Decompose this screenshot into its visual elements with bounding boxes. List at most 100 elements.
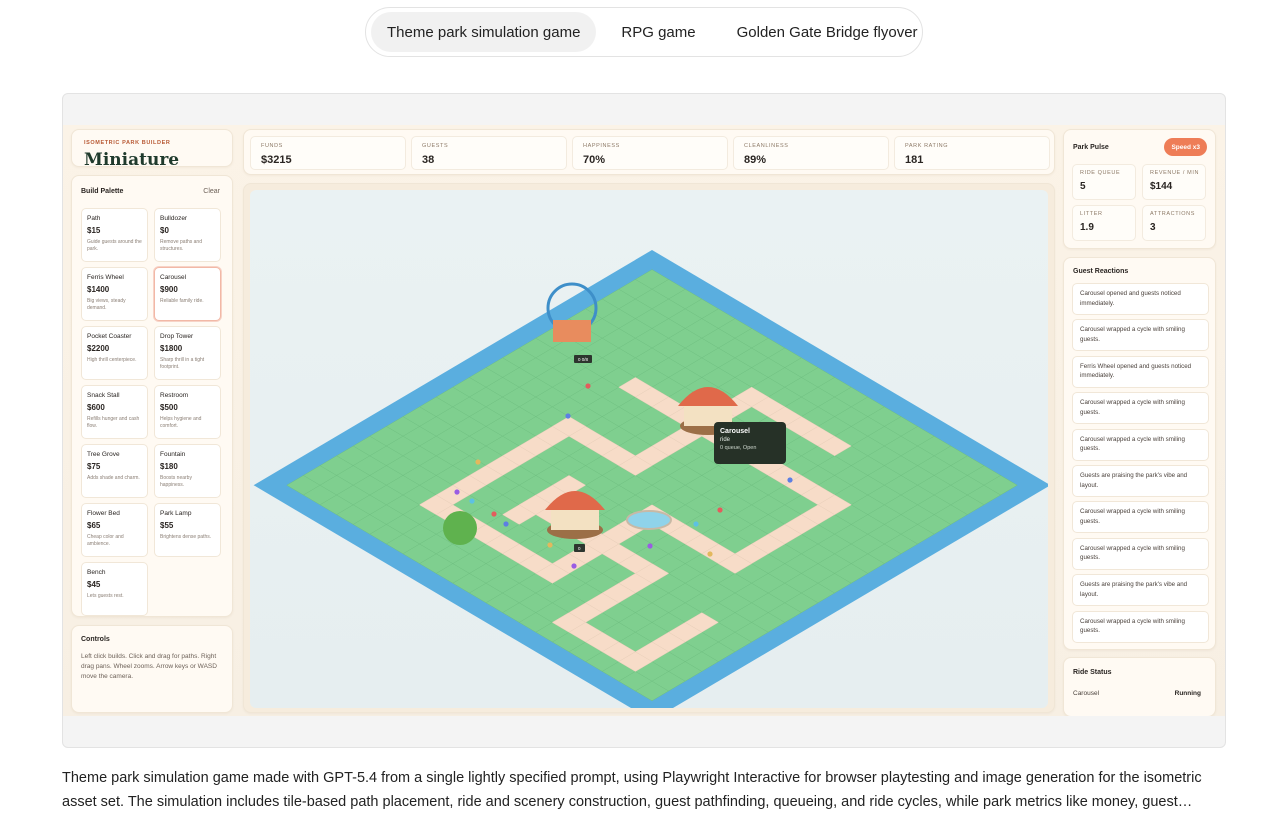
palette-item-price: $900	[160, 285, 178, 294]
palette-item-pocket-coaster[interactable]: Pocket Coaster $2200 High thrill centerpie…	[81, 326, 148, 380]
guest-marker	[585, 383, 591, 389]
brand-panel: ISOMETRIC PARK BUILDER Miniature	[71, 129, 233, 170]
palette-item-desc: Boosts nearby happiness.	[160, 475, 192, 488]
palette-item-price: $65	[87, 521, 101, 530]
palette-item-price: $2200	[87, 344, 110, 353]
build-palette: Build Palette Clear Path $15 Guide guests …	[71, 175, 233, 617]
brand-name: Miniature	[84, 150, 180, 170]
palette-item-snack-stall[interactable]: Snack Stall $600 Refills hunger and cash f…	[81, 385, 148, 439]
palette-item-price: $1800	[160, 344, 183, 353]
tab-golden-gate[interactable]: Golden Gate Bridge flyover	[721, 12, 934, 52]
demo-frame: ISOMETRIC PARK BUILDER Miniature Build P…	[62, 93, 1226, 748]
palette-item-desc: Guide guests around the park.	[87, 239, 142, 252]
stat-park-rating: PARK RATING 181	[894, 136, 1050, 170]
guest-marker	[469, 498, 475, 504]
palette-item-desc: Refills hunger and cash flow.	[87, 416, 140, 429]
palette-item-name: Restroom	[160, 392, 189, 399]
palette-item-name: Park Lamp	[160, 510, 192, 517]
stat-cleanliness: CLEANLINESS 89%	[733, 136, 889, 170]
palette-item-desc: Adds shade and charm.	[87, 475, 140, 481]
game-screenshot: ISOMETRIC PARK BUILDER Miniature Build P…	[63, 125, 1225, 716]
palette-item-name: Bench	[87, 569, 106, 576]
palette-item-desc: Brightens dense paths.	[160, 534, 212, 540]
guest-marker	[571, 563, 577, 569]
guest-marker	[787, 477, 793, 483]
speed-button[interactable]: Speed x3	[1164, 138, 1207, 156]
tree-grove[interactable]	[443, 511, 477, 545]
stat-funds: FUNDS $3215	[250, 136, 406, 170]
reaction-item: Carousel wrapped a cycle with smiling gu…	[1072, 610, 1209, 643]
palette-item-desc: Big views, steady demand.	[87, 298, 126, 311]
palette-item-ferris-wheel[interactable]: Ferris Wheel $1400 Big views, steady deman…	[81, 267, 148, 321]
palette-item-name: Snack Stall	[87, 392, 120, 399]
guest-marker	[717, 507, 723, 513]
palette-item-path[interactable]: Path $15 Guide guests around the park.	[81, 208, 148, 262]
reactions-list: Carousel opened and guests noticed immed…	[1072, 283, 1209, 647]
tooltip-title: Carousel	[720, 428, 750, 435]
palette-item-desc: Lets guests rest.	[87, 593, 124, 599]
brand-kicker: ISOMETRIC PARK BUILDER	[84, 140, 171, 146]
ride-status-name: Carousel	[1073, 690, 1100, 697]
palette-item-bulldozer[interactable]: Bulldozer $0 Remove paths and structures.	[154, 208, 221, 262]
reaction-item: Carousel wrapped a cycle with smiling gu…	[1072, 319, 1209, 352]
reaction-item: Carousel wrapped a cycle with smiling gu…	[1072, 537, 1209, 570]
palette-item-name: Carousel	[160, 274, 187, 281]
palette-grid: Path $15 Guide guests around the park. Bull…	[81, 208, 227, 616]
palette-item-restroom[interactable]: Restroom $500 Helps hygiene and comfort.	[154, 385, 221, 439]
palette-item-desc: Remove paths and structures.	[160, 239, 202, 252]
guest-marker	[565, 413, 571, 419]
stat-guests: GUESTS 38	[411, 136, 567, 170]
palette-item-desc: Helps hygiene and comfort.	[160, 416, 202, 429]
metric-attractions: ATTRACTIONS 3	[1142, 205, 1206, 241]
fountain[interactable]	[626, 510, 672, 530]
metric-litter: LITTER 1.9	[1072, 205, 1136, 241]
palette-title: Build Palette	[81, 188, 124, 195]
palette-item-name: Flower Bed	[87, 510, 120, 517]
guest-marker	[475, 459, 481, 465]
park-pulse: Park Pulse Speed x3 RIDE QUEUE 5 REVENUE…	[1063, 129, 1216, 249]
reaction-item: Carousel wrapped a cycle with smiling gu…	[1072, 392, 1209, 425]
tab-rpg-game[interactable]: RPG game	[605, 12, 711, 52]
guest-marker	[693, 521, 699, 527]
palette-item-desc: Sharp thrill in a tight footprint.	[160, 357, 205, 370]
palette-item-name: Tree Grove	[87, 451, 120, 458]
palette-item-price: $45	[87, 580, 101, 589]
palette-item-park-lamp[interactable]: Park Lamp $55 Brightens dense paths.	[154, 503, 221, 557]
palette-item-desc: Reliable family ride.	[160, 298, 204, 304]
guest-marker	[547, 542, 553, 548]
ride-tooltip: Carousel ride 0 queue, Open	[714, 422, 786, 464]
palette-item-price: $180	[160, 462, 178, 471]
palette-item-name: Fountain	[160, 451, 186, 458]
game-view: 0 0/8 0 Carousel ride 0 queue, Open	[243, 183, 1055, 713]
isometric-map[interactable]: 0 0/8 0 Carousel ride 0 queue, Open	[250, 190, 1048, 708]
guest-marker	[491, 511, 497, 517]
controls-panel: Controls Left click builds. Click and dr…	[71, 625, 233, 713]
guest-marker	[647, 543, 653, 549]
palette-item-desc: High thrill centerpiece.	[87, 357, 137, 363]
isometric-map-svg[interactable]	[250, 190, 1048, 708]
ferris-wheel-tag: 0 0/8	[574, 355, 593, 363]
demo-tabs: Theme park simulation game RPG game Gold…	[365, 7, 923, 57]
guest-marker	[503, 521, 509, 527]
palette-item-price: $0	[160, 226, 169, 235]
guest-reactions: Guest Reactions Carousel opened and gues…	[1063, 257, 1216, 650]
ride-status: Ride Status Carousel Running	[1063, 657, 1216, 716]
guest-marker	[707, 551, 713, 557]
clear-button[interactable]: Clear	[203, 188, 220, 195]
palette-item-drop-tower[interactable]: Drop Tower $1800 Sharp thrill in a tight f…	[154, 326, 221, 380]
palette-item-tree-grove[interactable]: Tree Grove $75 Adds shade and charm.	[81, 444, 148, 498]
palette-item-flower-bed[interactable]: Flower Bed $65 Cheap color and ambience.	[81, 503, 148, 557]
stats-bar: FUNDS $3215 GUESTS 38 HAPPINESS 70% CLEA…	[243, 129, 1055, 175]
tab-theme-park[interactable]: Theme park simulation game	[371, 12, 597, 52]
palette-item-name: Path	[87, 215, 101, 222]
palette-item-fountain[interactable]: Fountain $180 Boosts nearby happiness.	[154, 444, 221, 498]
palette-item-price: $600	[87, 403, 105, 412]
palette-item-bench[interactable]: Bench $45 Lets guests rest.	[81, 562, 148, 616]
palette-item-price: $75	[87, 462, 101, 471]
palette-item-carousel[interactable]: Carousel $900 Reliable family ride.	[154, 267, 221, 321]
reaction-item: Ferris Wheel opened and guests noticed i…	[1072, 355, 1209, 388]
palette-item-name: Bulldozer	[160, 215, 188, 222]
carousel-tag: 0	[574, 544, 585, 552]
metric-revenue: REVENUE / MIN $144	[1142, 164, 1206, 200]
reaction-item: Guests are praising the park's vibe and …	[1072, 574, 1209, 607]
